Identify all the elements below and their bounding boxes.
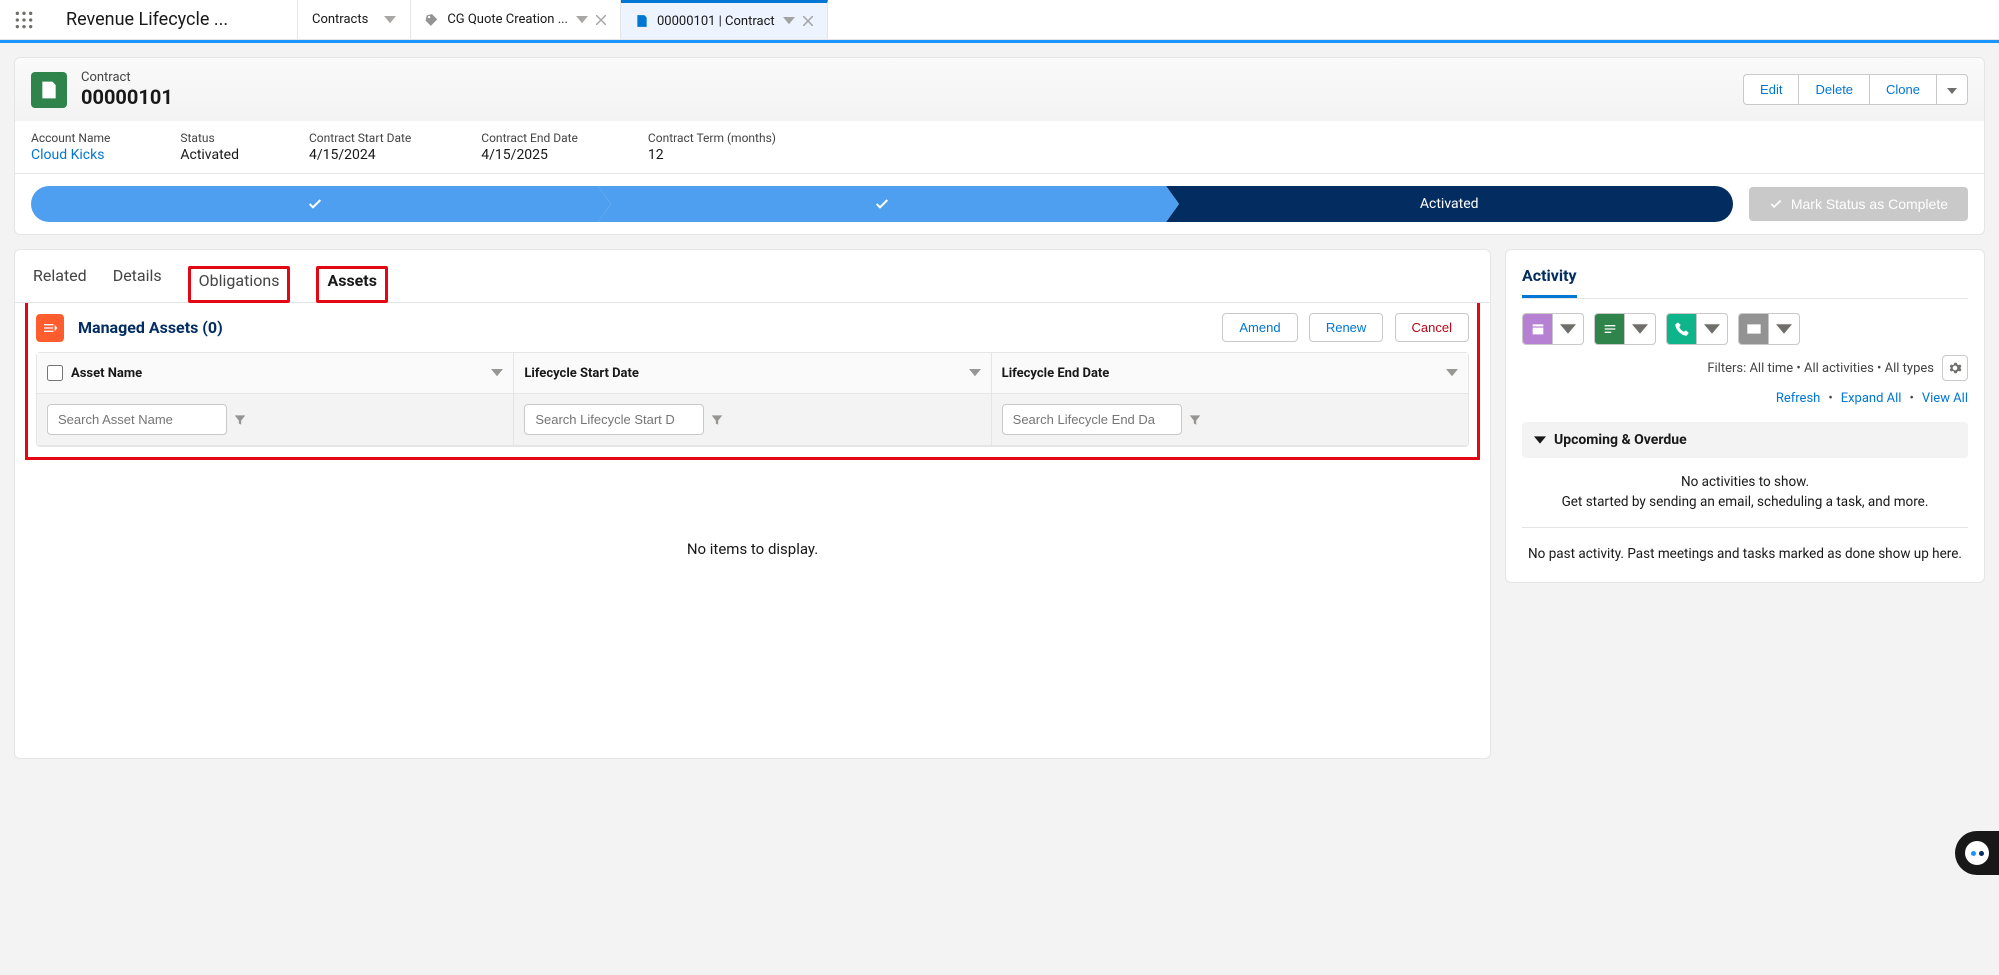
upcoming-overdue-label: Upcoming & Overdue (1554, 432, 1687, 448)
end-date-label: Contract End Date (481, 131, 578, 145)
tab-quote-label: CG Quote Creation ... (447, 12, 568, 27)
log-call-dropdown[interactable] (1697, 314, 1727, 344)
check-icon (1769, 197, 1783, 211)
assets-highlight-region: Managed Assets (0) Amend Renew Cancel (25, 303, 1480, 460)
close-icon[interactable] (803, 16, 813, 26)
tab-details[interactable]: Details (113, 266, 162, 302)
send-email-icon[interactable] (1739, 314, 1769, 344)
start-date-label: Contract Start Date (309, 131, 411, 145)
filter-icon[interactable] (1188, 413, 1202, 427)
upcoming-overdue-header[interactable]: Upcoming & Overdue (1522, 422, 1968, 458)
path-current-label: Activated (1420, 196, 1479, 212)
term-value: 12 (648, 147, 776, 163)
chevron-down-icon[interactable] (491, 369, 503, 376)
path-stage-1[interactable] (31, 186, 598, 222)
amend-button[interactable]: Amend (1222, 313, 1297, 342)
path-stage-current[interactable]: Activated (1166, 186, 1733, 222)
tab-contract-label: 00000101 | Contract (657, 14, 775, 29)
filter-asset-name[interactable] (47, 404, 227, 435)
tab-quote[interactable]: CG Quote Creation ... (411, 0, 621, 39)
chevron-down-icon[interactable] (783, 17, 795, 24)
activity-empty-past: No past activity. Past meetings and task… (1522, 542, 1968, 566)
record-object-label: Contract (81, 70, 173, 85)
activity-settings-button[interactable] (1942, 355, 1968, 381)
more-actions-button[interactable] (1936, 74, 1968, 105)
status-value: Activated (180, 147, 239, 163)
mark-complete-button[interactable]: Mark Status as Complete (1749, 187, 1968, 221)
assets-empty-message: No items to display. (15, 470, 1490, 628)
managed-assets-title: Managed Assets (0) (78, 318, 223, 337)
view-all-link[interactable]: View All (1922, 391, 1968, 406)
managed-assets-icon (36, 314, 64, 342)
delete-button[interactable]: Delete (1798, 74, 1869, 105)
log-event-icon[interactable] (1523, 314, 1553, 344)
chevron-down-icon[interactable] (969, 369, 981, 376)
tab-contracts-label: Contracts (312, 12, 368, 27)
new-task-icon[interactable] (1595, 314, 1625, 344)
highlights-panel: Account Name Cloud Kicks Status Activate… (14, 121, 1985, 174)
col-lifecycle-start: Lifecycle Start Date (524, 366, 639, 381)
new-task-dropdown[interactable] (1625, 314, 1655, 344)
filter-lifecycle-start[interactable] (524, 404, 704, 435)
refresh-link[interactable]: Refresh (1776, 391, 1820, 406)
tab-obligations[interactable]: Obligations (199, 271, 280, 290)
expand-all-link[interactable]: Expand All (1841, 391, 1902, 406)
log-call-icon[interactable] (1667, 314, 1697, 344)
cancel-button[interactable]: Cancel (1395, 313, 1469, 342)
account-name-link[interactable]: Cloud Kicks (31, 147, 110, 163)
record-actions: Edit Delete Clone (1743, 74, 1968, 105)
gear-icon (1948, 361, 1962, 375)
no-activities-line1: No activities to show. (1532, 472, 1958, 492)
renew-button[interactable]: Renew (1309, 313, 1383, 342)
col-asset-name: Asset Name (71, 366, 142, 381)
assistant-bubble[interactable] (1955, 831, 1999, 875)
send-email-dropdown[interactable] (1769, 314, 1799, 344)
activity-tab[interactable]: Activity (1522, 266, 1577, 298)
mark-complete-label: Mark Status as Complete (1791, 196, 1948, 212)
quote-icon (425, 13, 439, 27)
tab-contracts[interactable]: Contracts (298, 0, 411, 39)
status-label: Status (180, 131, 239, 145)
filter-icon[interactable] (233, 413, 247, 427)
check-icon (874, 196, 890, 212)
path-bar: Activated Mark Status as Complete (14, 174, 1985, 235)
tab-contract-record[interactable]: 00000101 | Contract (621, 0, 828, 39)
activity-panel: Activity (1505, 249, 1985, 583)
contract-record-icon (31, 72, 67, 108)
path-stage-2[interactable] (598, 186, 1165, 222)
assets-grid: Asset Name Lifecycle Start Date Lifecycl… (36, 352, 1469, 447)
app-name: Revenue Lifecycle ... (48, 0, 298, 39)
col-lifecycle-end: Lifecycle End Date (1002, 366, 1110, 381)
tab-related[interactable]: Related (33, 266, 87, 302)
start-date-value: 4/15/2024 (309, 147, 411, 163)
no-activities-line2: Get started by sending an email, schedul… (1532, 492, 1958, 512)
record-title: 00000101 (81, 85, 173, 109)
select-all-checkbox[interactable] (47, 365, 63, 381)
chevron-down-icon[interactable] (576, 16, 588, 23)
term-label: Contract Term (months) (648, 131, 776, 145)
account-name-label: Account Name (31, 131, 110, 145)
activity-filters-text: Filters: All time • All activities • All… (1707, 361, 1934, 376)
contract-icon (635, 14, 649, 28)
clone-button[interactable]: Clone (1869, 74, 1936, 105)
chevron-down-icon (384, 16, 396, 23)
log-event-dropdown[interactable] (1553, 314, 1583, 344)
check-icon (307, 196, 323, 212)
chevron-down-icon (1534, 436, 1546, 444)
chevron-down-icon[interactable] (1446, 369, 1458, 376)
activity-empty-upcoming: No activities to show. Get started by se… (1522, 472, 1968, 528)
detail-tabs: Related Details Obligations Assets (15, 250, 1490, 303)
end-date-value: 4/15/2025 (481, 147, 578, 163)
activity-action-bar (1522, 313, 1968, 345)
close-icon[interactable] (596, 15, 606, 25)
tab-assets[interactable]: Assets (327, 271, 376, 290)
edit-button[interactable]: Edit (1743, 74, 1798, 105)
record-detail-panel: Related Details Obligations Assets Manag… (14, 249, 1491, 759)
app-launcher-icon[interactable] (0, 0, 48, 39)
filter-icon[interactable] (710, 413, 724, 427)
filter-lifecycle-end[interactable] (1002, 404, 1182, 435)
workspace-tab-bar: Revenue Lifecycle ... Contracts CG Quote… (0, 0, 1999, 40)
record-header: Contract 00000101 Edit Delete Clone (14, 57, 1985, 121)
